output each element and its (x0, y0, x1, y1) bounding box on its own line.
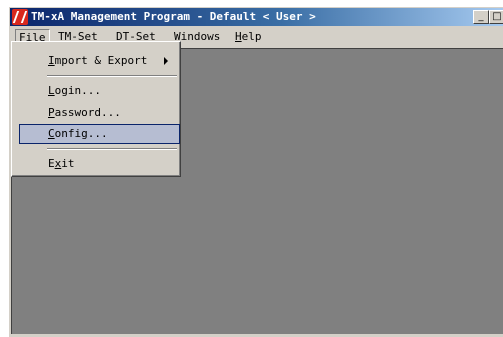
config-label: onfig... (54, 127, 108, 140)
menu-item-config[interactable]: Config... (19, 124, 180, 144)
exit-label-start: E (48, 157, 55, 170)
file-dropdown-menu: Import & Export Login... Password... Con… (11, 41, 181, 177)
menu-item-login[interactable]: Login... (40, 81, 174, 101)
window-title: TM-xA Management Program - Default < Use… (31, 10, 316, 23)
menu-help-mnemonic: H (235, 30, 242, 43)
minimize-button[interactable]: _ (473, 10, 489, 24)
app-logo-icon[interactable] (12, 9, 28, 25)
title-bar[interactable]: TM-xA Management Program - Default < Use… (10, 8, 503, 26)
menu-help-label: elp (241, 30, 262, 43)
menu-item-exit[interactable]: Exit (40, 154, 174, 174)
login-mnemonic: L (48, 84, 55, 97)
config-mnemonic: C (48, 127, 55, 140)
menu-separator (47, 148, 177, 150)
password-label: assword... (54, 106, 121, 119)
menu-item-import-export[interactable]: Import & Export (40, 51, 174, 71)
import-export-label: mport & Export (54, 54, 148, 67)
exit-label-end: it (61, 157, 75, 170)
menu-separator (47, 75, 177, 77)
menu-item-password[interactable]: Password... (40, 103, 174, 123)
submenu-arrow-icon (164, 57, 168, 65)
login-label: ogin... (54, 84, 101, 97)
menu-windows-label: indows (180, 30, 221, 43)
menu-help[interactable]: Help (232, 29, 265, 45)
import-export-mnemonic: I (48, 54, 55, 67)
maximize-button[interactable]: □ (489, 10, 503, 24)
password-mnemonic: P (48, 106, 55, 119)
